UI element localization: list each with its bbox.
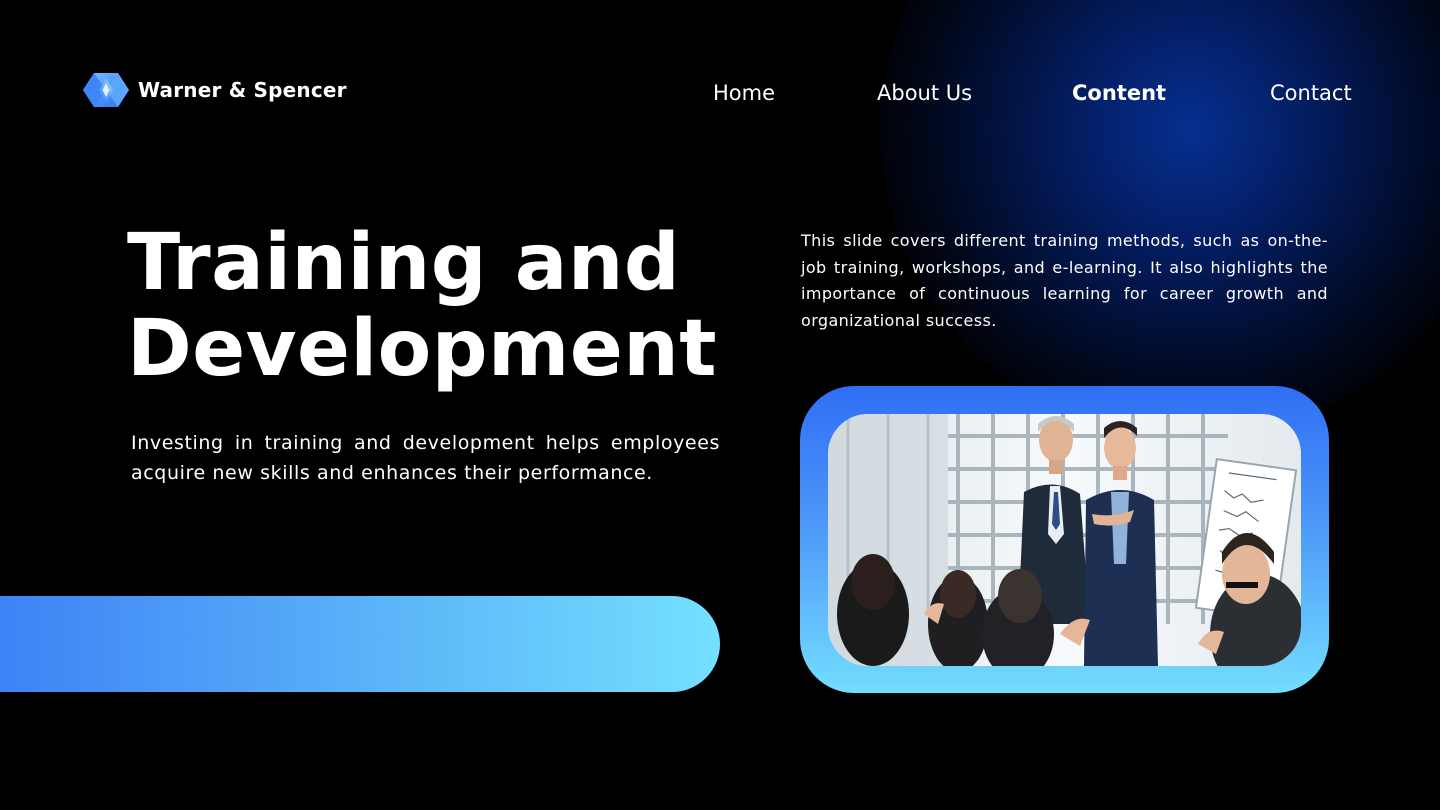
photo-illustration [828, 414, 1301, 666]
accent-bar [0, 596, 720, 692]
nav-contact-link[interactable]: Contact [1270, 80, 1352, 106]
nav-about-us-link[interactable]: About Us [877, 80, 972, 106]
nav-home-link[interactable]: Home [713, 80, 775, 106]
photo-frame [800, 386, 1329, 693]
presenter-with-colleague-photo [828, 414, 1301, 666]
summary-paragraph: This slide covers different training met… [801, 231, 1328, 330]
lead-paragraph: Investing in training and development he… [131, 432, 720, 484]
brand-name: Warner & Spencer [138, 78, 347, 102]
page-title: Training and Development [127, 220, 767, 392]
hexagon-diamond-logo-icon [83, 73, 129, 107]
background-glow [880, 0, 1440, 440]
brand[interactable]: Warner & Spencer [82, 72, 347, 108]
page-title-line-2: Development [127, 304, 718, 394]
page-title-line-1: Training and [127, 218, 681, 308]
nav-content-link[interactable]: Content [1072, 80, 1166, 106]
